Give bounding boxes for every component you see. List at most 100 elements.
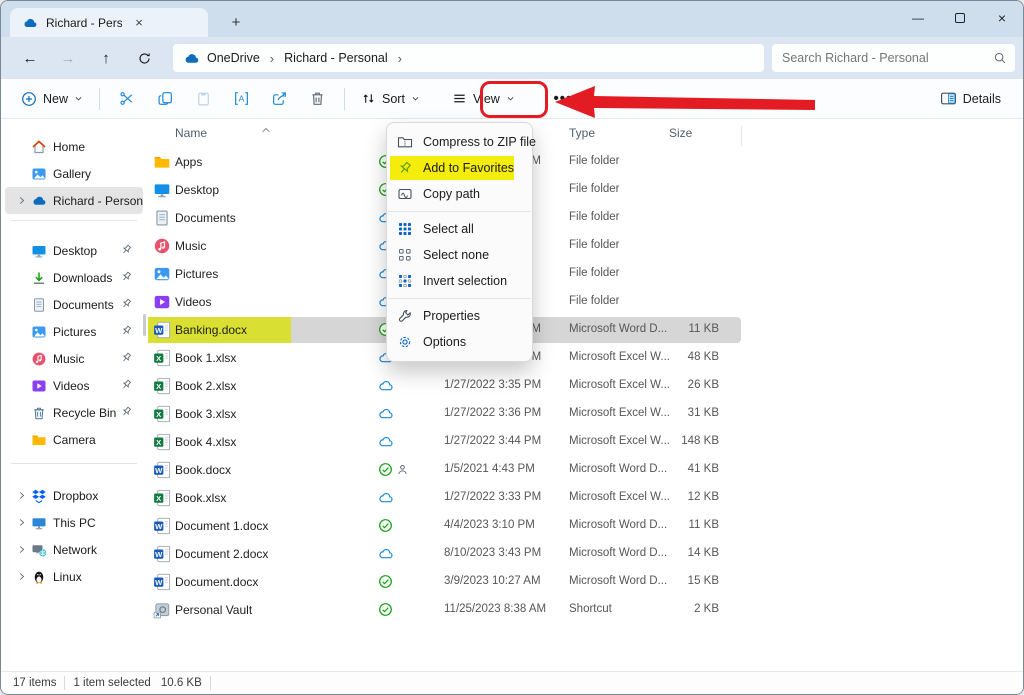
file-row-pictures[interactable]: PicturesFile folder	[147, 260, 1023, 288]
sidebar-item-gallery[interactable]: Gallery	[5, 160, 143, 187]
menu-item-invert-selection[interactable]: Invert selection	[387, 268, 532, 294]
date-modified: 1/5/2021 4:43 PM	[444, 463, 541, 475]
file-row-document-2-docx[interactable]: WDocument 2.docx8/10/2023 3:43 PMMicroso…	[147, 540, 1023, 568]
favorite-pin-icon	[397, 160, 413, 176]
sidebar-item-network[interactable]: Network	[5, 536, 143, 563]
view-button-label: View	[473, 92, 500, 106]
file-row-personal-vault[interactable]: Personal Vault11/25/2023 8:38 AMShortcut…	[147, 596, 1023, 624]
sort-ascending-icon	[261, 126, 271, 134]
search-input[interactable]	[782, 51, 993, 65]
date-modified: 8/10/2023 3:43 PM	[444, 547, 541, 559]
column-header-type[interactable]: Type	[569, 126, 595, 140]
sidebar-item-this-pc[interactable]: This PC	[5, 509, 143, 536]
chevron-right-icon[interactable]	[11, 544, 31, 555]
menu-item-compress-to-zip-file[interactable]: Compress to ZIP file	[387, 129, 532, 155]
file-row-videos[interactable]: VideosFile folder	[147, 288, 1023, 316]
menu-item-copy-path[interactable]: Copy path	[387, 181, 532, 207]
forward-button[interactable]: →	[53, 43, 83, 73]
see-more-button[interactable]: •••	[541, 84, 585, 114]
column-header-size[interactable]: Size	[669, 126, 692, 140]
navigation-bar: ← → ↑ OneDrive › Richard - Personal ›	[1, 37, 1023, 79]
new-button[interactable]: New	[13, 85, 91, 113]
file-row-apps[interactable]: AppsMFile folder	[147, 148, 1023, 176]
file-row-desktop[interactable]: DesktopFile folder	[147, 176, 1023, 204]
breadcrumb-richard-personal[interactable]: Richard - Personal	[284, 51, 388, 65]
linux-penguin-icon	[31, 569, 47, 585]
breadcrumb-onedrive[interactable]: OneDrive	[207, 51, 260, 65]
menu-item-select-none[interactable]: Select none	[387, 242, 532, 268]
svg-text:X: X	[156, 438, 162, 447]
close-button[interactable]: ×	[981, 1, 1023, 35]
file-row-book-2-xlsx[interactable]: XBook 2.xlsx1/27/2022 3:35 PMMicrosoft E…	[147, 372, 1023, 400]
sidebar-item-linux[interactable]: Linux	[5, 563, 143, 590]
view-lines-icon	[452, 91, 467, 106]
cut-button[interactable]	[108, 84, 146, 114]
rename-button[interactable]: A	[222, 84, 260, 114]
refresh-button[interactable]	[129, 43, 159, 73]
file-row-documents[interactable]: DocumentsFile folder	[147, 204, 1023, 232]
sidebar-item-music[interactable]: Music	[5, 345, 143, 372]
file-row-document-1-docx[interactable]: WDocument 1.docx4/4/2023 3:10 PMMicrosof…	[147, 512, 1023, 540]
sidebar-item-camera[interactable]: Camera	[5, 426, 143, 453]
chevron-right-icon[interactable]	[11, 195, 31, 206]
new-tab-button[interactable]: +	[225, 11, 247, 33]
sidebar-item-dropbox[interactable]: Dropbox	[5, 482, 143, 509]
sync-check-icon	[378, 602, 393, 617]
sort-button[interactable]: Sort	[353, 85, 428, 112]
up-button[interactable]: ↑	[91, 43, 121, 73]
svg-text:A: A	[238, 94, 244, 104]
copy-path-icon	[397, 186, 413, 202]
sidebar-item-videos[interactable]: Videos	[5, 372, 143, 399]
sidebar-item-recycle-bin[interactable]: Recycle Bin	[5, 399, 143, 426]
chevron-right-icon[interactable]	[11, 517, 31, 528]
menu-item-select-all[interactable]: Select all	[387, 216, 532, 242]
chevron-down-icon	[411, 94, 420, 103]
view-button[interactable]: View	[444, 85, 523, 112]
menu-item-add-to-favorites[interactable]: Add to Favorites	[387, 155, 532, 181]
sidebar-scrollbar[interactable]	[143, 314, 146, 336]
vault-shortcut-icon	[153, 601, 171, 619]
sync-status	[378, 462, 409, 477]
documents-folder-icon	[153, 209, 171, 227]
file-row-music[interactable]: MusicFile folder	[147, 232, 1023, 260]
minimize-button[interactable]: —	[897, 1, 939, 35]
sync-status	[378, 490, 394, 506]
chevron-right-icon[interactable]	[11, 571, 31, 582]
file-row-book-xlsx[interactable]: XBook.xlsx1/27/2022 3:33 PMMicrosoft Exc…	[147, 484, 1023, 512]
back-button[interactable]: ←	[15, 43, 45, 73]
sidebar-item-documents[interactable]: Documents	[5, 291, 143, 318]
paste-button[interactable]	[184, 84, 222, 114]
select-all-icon	[397, 221, 413, 237]
file-row-book-4-xlsx[interactable]: XBook 4.xlsx1/27/2022 3:44 PMMicrosoft E…	[147, 428, 1023, 456]
copy-button[interactable]	[146, 84, 184, 114]
menu-item-options[interactable]: Options	[387, 329, 532, 355]
file-size: 11 KB	[627, 519, 719, 531]
column-header-name[interactable]: Name	[175, 126, 207, 140]
sidebar-item-home[interactable]: Home	[5, 133, 143, 160]
file-row-book-3-xlsx[interactable]: XBook 3.xlsx1/27/2022 3:36 PMMicrosoft E…	[147, 400, 1023, 428]
sidebar-item-richard-personal[interactable]: Richard - Personal	[5, 187, 143, 214]
details-button[interactable]: Details	[932, 84, 1009, 113]
excel-doc-icon: X	[153, 489, 171, 507]
sidebar-item-downloads[interactable]: Downloads	[5, 264, 143, 291]
sidebar-item-pictures[interactable]: Pictures	[5, 318, 143, 345]
file-row-banking-docx[interactable]: WBanking.docxMMicrosoft Word D...11 KB	[147, 316, 1023, 344]
file-row-document-docx[interactable]: WDocument.docx3/9/2023 10:27 AMMicrosoft…	[147, 568, 1023, 596]
sidebar-item-label: Richard - Personal	[53, 194, 143, 208]
file-row-book-1-xlsx[interactable]: XBook 1.xlsx1/27/2022 3:34 PMMicrosoft E…	[147, 344, 1023, 372]
pictures-folder-icon	[153, 265, 171, 283]
sidebar-item-desktop[interactable]: Desktop	[5, 237, 143, 264]
tab-close-icon[interactable]: ×	[130, 14, 148, 32]
menu-item-properties[interactable]: Properties	[387, 303, 532, 329]
delete-button[interactable]	[298, 84, 336, 114]
tab-richard-personal[interactable]: Richard - Personal ×	[10, 8, 208, 37]
svg-text:W: W	[155, 578, 163, 587]
search-box[interactable]	[772, 44, 1015, 72]
address-bar[interactable]: OneDrive › Richard - Personal ›	[173, 44, 764, 72]
chevron-right-icon[interactable]	[11, 490, 31, 501]
onedrive-cloud-icon	[31, 193, 47, 209]
share-button[interactable]	[260, 84, 298, 114]
maximize-button[interactable]	[939, 1, 981, 35]
file-row-book-docx[interactable]: WBook.docx1/5/2021 4:43 PMMicrosoft Word…	[147, 456, 1023, 484]
plus-circle-icon	[21, 91, 37, 107]
